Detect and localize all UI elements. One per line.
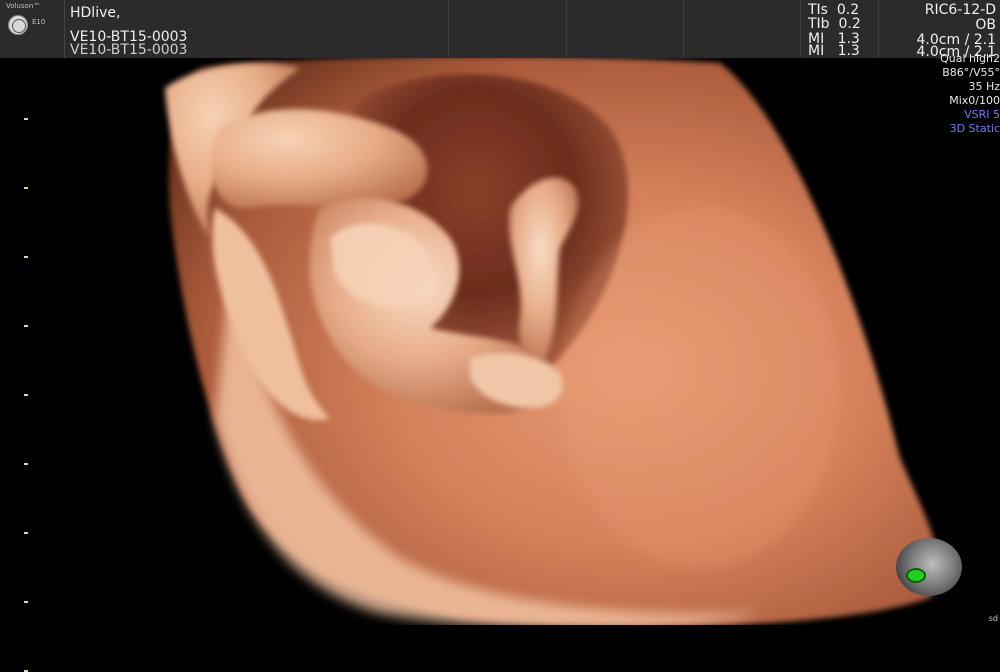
- probe-preset: OB: [975, 17, 996, 33]
- header-divider: [800, 0, 801, 58]
- param-mode: 3D Static: [949, 122, 1000, 135]
- ge-emblem-icon: [8, 15, 28, 35]
- render-mode-label: HDlive,: [70, 5, 121, 21]
- header-divider: [448, 0, 449, 58]
- param-mix: Mix0/100: [949, 94, 1000, 107]
- model-label: E10: [32, 18, 46, 26]
- image-viewport[interactable]: [0, 58, 1000, 625]
- acquisition-params: Qual high2 B86°/V55° 35 Hz Mix0/100 VSRI…: [890, 52, 1000, 136]
- depth-tick: [24, 118, 28, 120]
- depth-tick: [24, 256, 28, 258]
- orientation-marker-icon: [906, 568, 926, 583]
- index-tib: TIb 0.2: [808, 16, 861, 32]
- depth-tick: [24, 463, 28, 465]
- param-angles: B86°/V55°: [942, 66, 1000, 79]
- depth-tick: [24, 325, 28, 327]
- study-info: HDlive, VE10-BT15-0003 VE10-BT15-0003: [70, 0, 450, 58]
- depth-scale: [24, 58, 30, 672]
- header-divider: [566, 0, 567, 58]
- depth-tick: [24, 601, 28, 603]
- logo: Voluson™ E10: [0, 0, 65, 58]
- depth-tick: [24, 532, 28, 534]
- depth-tick: [24, 187, 28, 189]
- safety-indices: TIs 0.2 TIb 0.2 MI 1.3 MI 1.3: [808, 0, 878, 59]
- brand-label: Voluson™: [6, 2, 41, 10]
- param-vsri: VSRI 5: [964, 108, 1000, 121]
- header-divider: [878, 0, 879, 58]
- probe-id-ghost: VE10-BT15-0003: [70, 42, 188, 56]
- header-divider: [683, 0, 684, 58]
- wall-highlight: [560, 208, 840, 568]
- param-quality: Qual high2: [940, 52, 1000, 65]
- depth-tick: [24, 394, 28, 396]
- probe-info: RIC6-12-D OB 4.0cm / 2.1 4.0cm / 2.1: [884, 0, 1000, 60]
- orientation-ball-icon[interactable]: [896, 538, 962, 596]
- header-bar: Voluson™ E10 HDlive, VE10-BT15-0003 VE10…: [0, 0, 1000, 60]
- index-mi-repeat: MI 1.3: [808, 43, 860, 59]
- hdlive-render: [165, 58, 938, 625]
- corner-tag: sd: [988, 614, 998, 623]
- param-framerate: 35 Hz: [968, 80, 1000, 93]
- probe-name: RIC6-12-D: [924, 2, 996, 18]
